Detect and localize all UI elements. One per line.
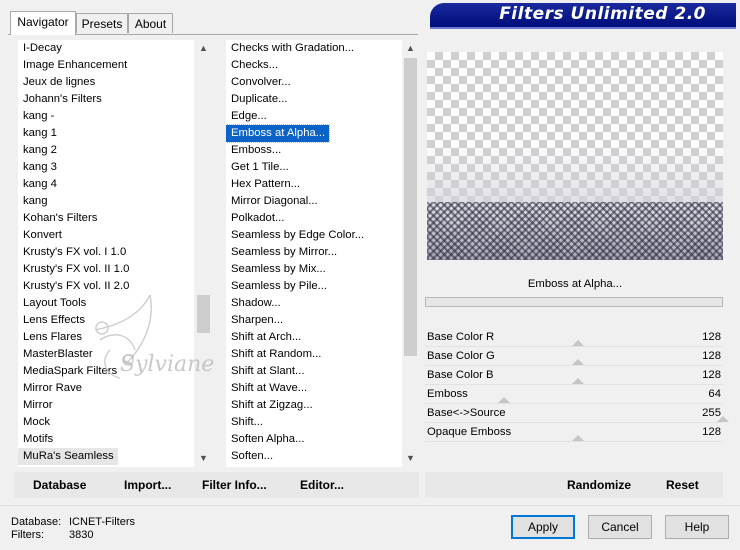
database-button[interactable]: Database bbox=[33, 478, 86, 492]
filter-item[interactable]: Soften Alpha... bbox=[226, 431, 402, 448]
apply-button[interactable]: Apply bbox=[511, 515, 575, 539]
parameter-label: Emboss bbox=[427, 388, 468, 400]
slider-marker[interactable] bbox=[498, 397, 510, 403]
filter-item[interactable]: Shift at Arch... bbox=[226, 329, 402, 346]
parameter-label: Opaque Emboss bbox=[427, 426, 512, 438]
filter-item[interactable]: Edge... bbox=[226, 108, 402, 125]
parameter-value: 255 bbox=[702, 407, 721, 419]
filter-item[interactable]: Checks... bbox=[226, 57, 402, 74]
database-label: Database: bbox=[11, 516, 62, 528]
parameter-row[interactable]: Base Color R 128 bbox=[425, 328, 723, 347]
randomize-button[interactable]: Randomize bbox=[567, 478, 631, 492]
reset-button[interactable]: Reset bbox=[666, 478, 699, 492]
parameter-row[interactable]: Base Color B 128 bbox=[425, 366, 723, 385]
category-scrollbar[interactable]: ▲ ▼ bbox=[195, 40, 212, 467]
filter-item[interactable]: Emboss... bbox=[226, 142, 402, 159]
category-item[interactable]: Krusty's FX vol. II 1.0 bbox=[18, 261, 194, 278]
cancel-button[interactable]: Cancel bbox=[588, 515, 652, 539]
category-list[interactable]: I-Decay Image Enhancement Jeux de lignes Jo… bbox=[18, 40, 194, 467]
filter-item[interactable]: Shift at Slant... bbox=[226, 363, 402, 380]
app-title: Filters Unlimited 2.0 bbox=[499, 4, 706, 24]
filter-item[interactable]: Duplicate... bbox=[226, 91, 402, 108]
parameter-label: Base<->Source bbox=[427, 407, 506, 419]
category-item[interactable]: Mirror bbox=[18, 397, 194, 414]
parameter-row[interactable]: Base Color G 128 bbox=[425, 347, 723, 366]
filter-item[interactable]: Convolver... bbox=[226, 74, 402, 91]
parameter-value: 128 bbox=[702, 426, 721, 438]
database-value: ICNET-Filters bbox=[69, 516, 135, 528]
category-item[interactable]: Image Enhancement bbox=[18, 57, 194, 74]
filter-item[interactable]: Seamless by Pile... bbox=[226, 278, 402, 295]
filter-item[interactable]: Soften... bbox=[226, 448, 402, 465]
progress-bar bbox=[425, 297, 723, 307]
parameter-value: 128 bbox=[702, 331, 721, 343]
category-item[interactable]: Konvert bbox=[18, 227, 194, 244]
filters-count: 3830 bbox=[69, 529, 94, 541]
title-banner: Filters Unlimited 2.0 bbox=[430, 3, 736, 27]
filter-item[interactable]: Shift... bbox=[226, 414, 402, 431]
watermark-text: Sylviane bbox=[120, 352, 215, 377]
filter-item[interactable]: Hex Pattern... bbox=[226, 176, 402, 193]
filter-list[interactable]: Checks with Gradation... Checks... Convolv… bbox=[226, 40, 402, 467]
chevron-down-icon[interactable]: ▼ bbox=[195, 450, 212, 467]
category-item[interactable]: Jeux de lignes bbox=[18, 74, 194, 91]
parameter-label: Base Color B bbox=[427, 369, 494, 381]
category-item[interactable]: MuRa's Seamless bbox=[18, 448, 118, 465]
parameter-label: Base Color R bbox=[427, 331, 495, 343]
parameter-value: 128 bbox=[702, 350, 721, 362]
category-item[interactable]: kang 2 bbox=[18, 142, 194, 159]
filter-item[interactable]: Polkadot... bbox=[226, 210, 402, 227]
import-button[interactable]: Import... bbox=[124, 478, 171, 492]
chevron-up-icon[interactable]: ▲ bbox=[402, 40, 419, 57]
filter-item[interactable]: Shift at Zigzag... bbox=[226, 397, 402, 414]
filter-scroll-thumb[interactable] bbox=[404, 58, 417, 356]
filter-item[interactable]: Mirror Diagonal... bbox=[226, 193, 402, 210]
category-item[interactable]: kang 1 bbox=[18, 125, 194, 142]
slider-marker[interactable] bbox=[572, 359, 584, 365]
filter-item[interactable]: Sharpen... bbox=[226, 312, 402, 329]
filter-item[interactable]: Shift at Random... bbox=[226, 346, 402, 363]
filter-item[interactable]: Seamless by Mix... bbox=[226, 261, 402, 278]
help-button[interactable]: Help bbox=[665, 515, 729, 539]
parameter-row[interactable]: Opaque Emboss 128 bbox=[425, 423, 723, 442]
category-item[interactable]: kang bbox=[18, 193, 194, 210]
slider-marker[interactable] bbox=[572, 435, 584, 441]
tab-navigator[interactable]: Navigator bbox=[10, 11, 76, 35]
tab-presets[interactable]: Presets bbox=[76, 13, 128, 33]
divider bbox=[0, 505, 740, 506]
category-item[interactable]: I-Decay bbox=[18, 40, 194, 57]
parameter-value: 128 bbox=[702, 369, 721, 381]
chevron-up-icon[interactable]: ▲ bbox=[195, 40, 212, 57]
filter-info-button[interactable]: Filter Info... bbox=[202, 478, 267, 492]
category-item[interactable]: Kohan's Filters bbox=[18, 210, 194, 227]
filter-item[interactable]: Emboss at Alpha... bbox=[226, 124, 331, 143]
slider-marker[interactable] bbox=[572, 378, 584, 384]
preview-pane bbox=[427, 52, 723, 260]
filter-scrollbar[interactable]: ▲ ▼ bbox=[402, 40, 419, 467]
editor-button[interactable]: Editor... bbox=[300, 478, 344, 492]
category-item[interactable]: Mock bbox=[18, 414, 194, 431]
filter-item[interactable]: Shift at Wave... bbox=[226, 380, 402, 397]
category-item[interactable]: Krusty's FX vol. I 1.0 bbox=[18, 244, 194, 261]
slider-marker[interactable] bbox=[572, 340, 584, 346]
filter-item[interactable]: Checks with Gradation... bbox=[226, 40, 402, 57]
category-item[interactable]: kang 3 bbox=[18, 159, 194, 176]
parameter-list: Base Color R 128 Base Color G 128 Base Color… bbox=[425, 328, 729, 442]
parameter-row[interactable]: Emboss 64 bbox=[425, 385, 723, 404]
filter-item[interactable]: Seamless by Edge Color... bbox=[226, 227, 402, 244]
filter-item[interactable]: Seamless by Mirror... bbox=[226, 244, 402, 261]
chevron-down-icon[interactable]: ▼ bbox=[402, 450, 419, 467]
parameter-label: Base Color G bbox=[427, 350, 495, 362]
selected-filter-name: Emboss at Alpha... bbox=[527, 278, 623, 290]
category-item[interactable]: kang - bbox=[18, 108, 194, 125]
category-item[interactable]: Motifs bbox=[18, 431, 194, 448]
filter-item[interactable]: Get 1 Tile... bbox=[226, 159, 402, 176]
parameter-row[interactable]: Base<->Source 255 bbox=[425, 404, 729, 423]
tab-about[interactable]: About bbox=[128, 13, 173, 33]
parameter-value: 64 bbox=[708, 388, 721, 400]
category-item[interactable]: kang 4 bbox=[18, 176, 194, 193]
filters-label: Filters: bbox=[11, 529, 44, 541]
category-item[interactable]: Johann's Filters bbox=[18, 91, 194, 108]
filter-item[interactable]: Shadow... bbox=[226, 295, 402, 312]
